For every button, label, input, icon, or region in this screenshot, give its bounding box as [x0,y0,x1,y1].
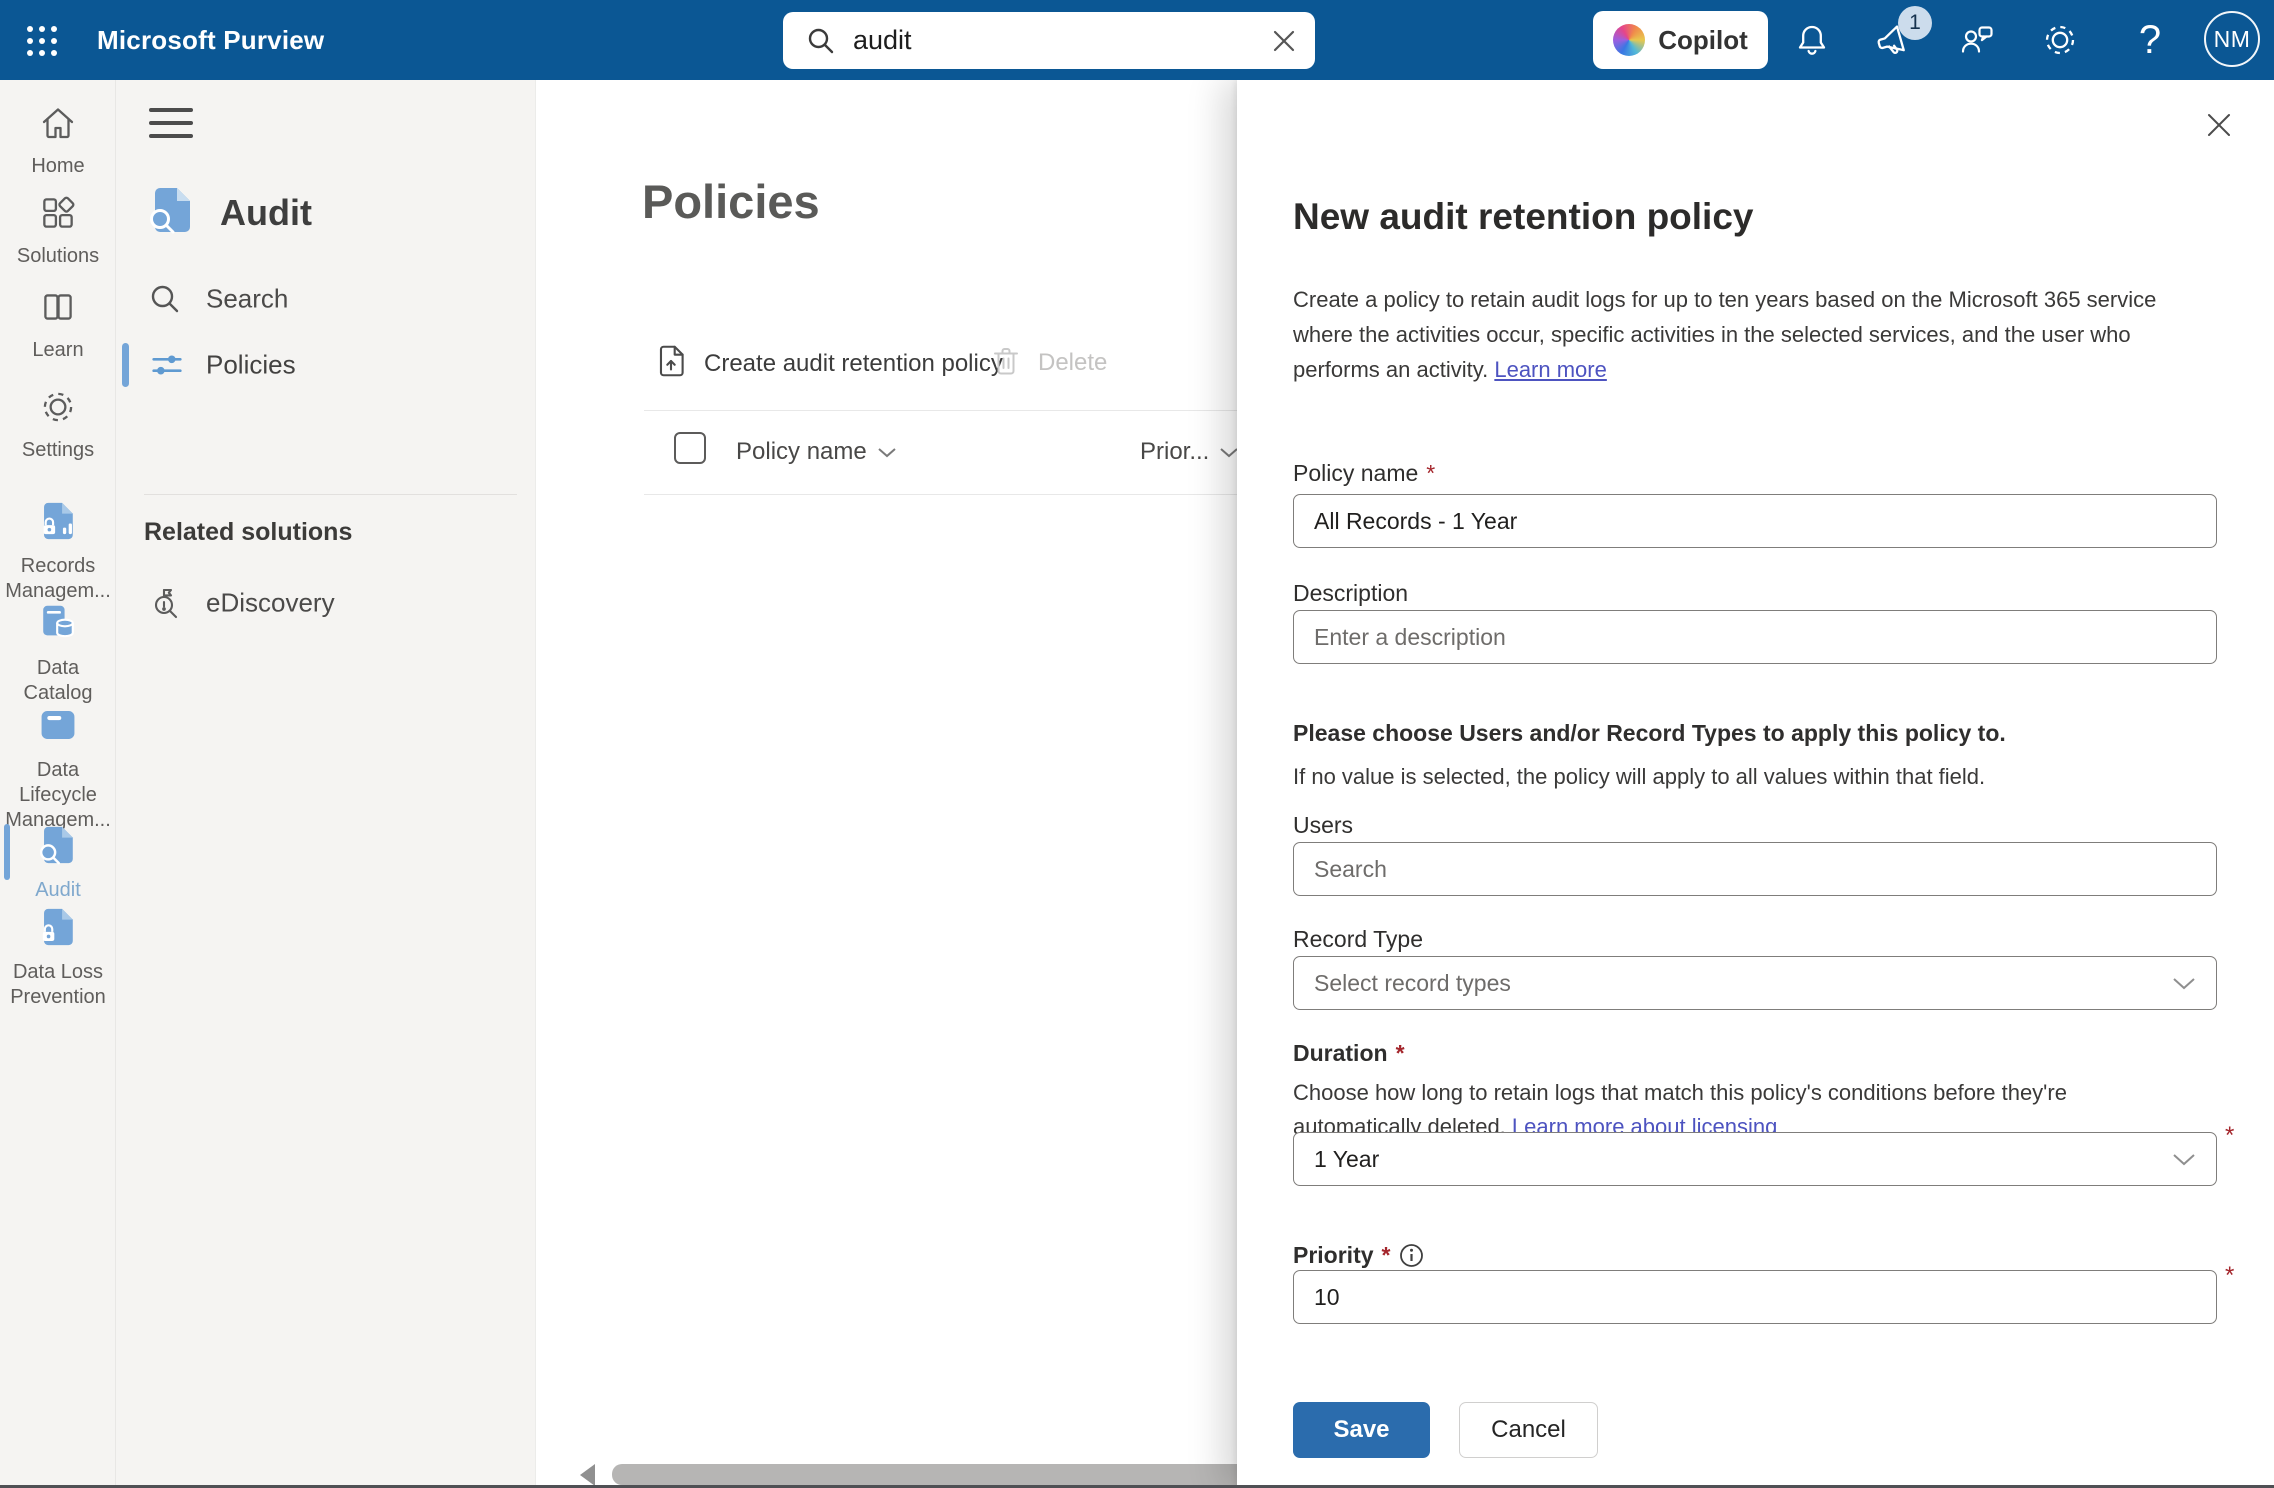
notifications-bell-icon[interactable] [1792,20,1832,60]
help-icon[interactable]: ? [2130,14,2170,66]
rail-item-audit[interactable]: Audit [0,822,116,903]
search-query-text: audit [853,25,1261,56]
column-header-priority[interactable]: Prior... [1140,438,1239,466]
settings-gear-icon [37,386,79,433]
home-icon [37,102,79,149]
panel-intro-text: Create a policy to retain audit logs for… [1293,282,2213,387]
settings-gear-icon[interactable] [2040,20,2080,60]
column-header-policy-name[interactable]: Policy name [736,438,897,466]
users-search-input[interactable]: Search [1293,842,2217,896]
description-input[interactable]: Enter a description [1293,610,2217,664]
delete-button-disabled[interactable]: Delete [988,342,1107,383]
select-all-checkbox[interactable] [674,432,706,464]
page-title: Policies [642,174,820,229]
purview-app-window: Microsoft Purview audit Copilot 1 ? [0,0,2274,1488]
clear-search-icon[interactable] [1261,18,1307,64]
rail-item-learn[interactable]: Learn [0,286,116,363]
priority-required-asterisk: * [2225,1262,2234,1290]
nav-divider [144,494,517,495]
info-icon[interactable] [1398,1242,1425,1269]
nav-item-search[interactable]: Search [116,270,535,328]
learn-book-icon [37,286,79,333]
priority-input[interactable]: 10 [1293,1270,2217,1324]
chevron-down-icon [877,438,897,466]
rail-item-data-lifecycle[interactable]: Data Lifecycle Managem... [0,702,116,833]
left-rail: Home Solutions Learn Settings Records Ma… [0,80,116,1488]
description-label: Description [1293,580,1408,607]
duration-label: Duration* [1293,1040,1405,1067]
global-search-input[interactable]: audit [783,12,1315,69]
feedback-icon[interactable] [1957,20,1997,60]
nav-title: Audit [220,192,312,234]
app-launcher-waffle-icon[interactable] [24,23,60,59]
search-icon [148,282,182,316]
related-solutions-header: Related solutions [144,518,352,547]
users-label: Users [1293,812,1353,839]
new-audit-retention-policy-panel: New audit retention policy Create a poli… [1237,80,2274,1488]
audit-icon [144,182,200,243]
learn-more-link[interactable]: Learn more [1494,357,1607,382]
save-button[interactable]: Save [1293,1402,1430,1458]
nav-item-ediscovery[interactable]: eDiscovery [116,574,535,632]
rail-item-records-management[interactable]: Records Managem... [0,498,116,604]
scroll-left-arrow[interactable] [580,1464,595,1486]
rail-item-solutions[interactable]: Solutions [0,192,116,269]
data-catalog-icon [35,600,81,651]
active-nav-indicator [122,343,129,387]
rail-item-data-catalog[interactable]: Data Catalog [0,600,116,706]
scope-section-heading: Please choose Users and/or Record Types … [1293,720,2213,747]
rail-item-home[interactable]: Home [0,102,116,179]
record-type-select[interactable]: Select record types [1293,956,2217,1010]
top-bar: Microsoft Purview audit Copilot 1 ? [0,0,2274,80]
announcements-count-badge: 1 [1898,6,1932,40]
chevron-down-icon [2172,1146,2196,1173]
chevron-down-icon [2172,970,2196,997]
product-title: Microsoft Purview [97,25,324,56]
data-lifecycle-icon [35,702,81,753]
policy-name-label: Policy name* [1293,460,1435,487]
create-audit-retention-policy-button[interactable]: Create audit retention policy [652,342,1003,385]
ediscovery-icon [148,582,190,624]
duration-required-asterisk: * [2225,1122,2234,1150]
search-icon [805,25,837,57]
copilot-logo-icon [1613,24,1645,56]
panel-title: New audit retention policy [1293,196,1754,238]
nav-item-policies[interactable]: Policies [116,336,535,394]
records-management-icon [35,498,81,549]
audit-nav-panel: Audit Search Policies Related solutions … [116,80,536,1488]
nav-header-audit: Audit [144,182,312,243]
rail-item-data-loss-prevention[interactable]: Data Loss Prevention [0,904,116,1010]
policy-name-input[interactable]: All Records - 1 Year [1293,494,2217,548]
duration-select[interactable]: 1 Year [1293,1132,2217,1186]
new-document-icon [652,342,690,385]
priority-label: Priority* [1293,1242,1425,1269]
data-loss-prevention-icon [35,904,81,955]
copilot-button[interactable]: Copilot [1593,11,1768,69]
record-type-label: Record Type [1293,926,1423,953]
scope-section-subtext: If no value is selected, the policy will… [1293,764,2213,790]
active-rail-indicator [4,824,10,880]
solutions-grid-icon [37,192,79,239]
audit-icon [35,822,81,873]
filters-sliders-icon [148,346,186,384]
account-avatar[interactable]: NM [2204,11,2260,67]
close-panel-icon[interactable] [2194,100,2244,150]
cancel-button[interactable]: Cancel [1459,1402,1598,1458]
rail-item-settings[interactable]: Settings [0,386,116,463]
trash-icon [988,342,1024,383]
collapse-nav-hamburger-icon[interactable] [149,108,193,138]
